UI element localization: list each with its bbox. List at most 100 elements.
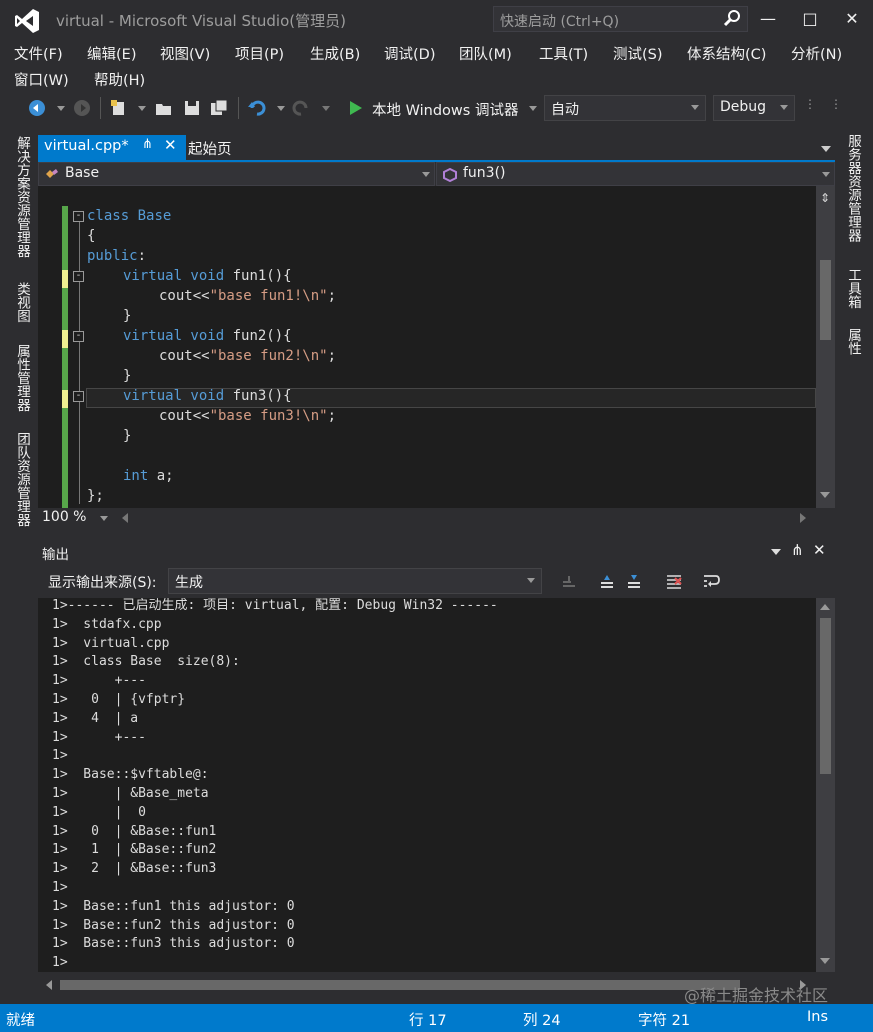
scroll-thumb[interactable] [820,618,831,774]
toolbar-overflow-icon[interactable]: ⋮ [804,98,816,110]
collapse-icon[interactable]: - [73,271,84,282]
scroll-down-icon[interactable] [820,492,830,498]
unsaved-change-marker [62,270,68,288]
output-source-label: 显示输出来源(S): [48,575,157,591]
editor-bottom-bar: 100 % [38,508,835,530]
window-position-icon[interactable] [771,549,781,555]
quick-launch-input[interactable]: 快速启动 (Ctrl+Q) [493,6,748,32]
tab-list-dropdown-icon[interactable] [821,146,831,152]
menu-debug[interactable]: 调试(D) [384,43,435,64]
save-all-icon[interactable] [210,99,228,117]
scroll-left-icon[interactable] [46,980,52,990]
menu-file[interactable]: 文件(F) [14,43,63,64]
output-vertical-scrollbar[interactable] [816,598,835,972]
undo-icon[interactable] [248,99,266,117]
zoom-select[interactable]: 100 % [38,508,114,529]
menu-architecture[interactable]: 体系结构(C) [687,43,766,64]
menu-team[interactable]: 团队(M) [459,43,512,64]
menu-project[interactable]: 项目(P) [235,43,284,64]
class-navigation-select[interactable]: Base [38,162,435,186]
output-line: 1> 0 | &Base::fun1 [52,823,217,839]
output-source-select[interactable]: 生成 [168,568,542,594]
menu-help[interactable]: 帮助(H) [94,69,145,90]
scroll-thumb[interactable] [820,260,831,340]
undo-dropdown-icon[interactable] [277,106,285,111]
debug-target-dropdown-icon[interactable] [529,106,537,111]
configuration-select[interactable]: Debug [713,95,795,121]
toggle-word-wrap-icon[interactable] [702,572,720,590]
collapse-icon[interactable]: - [73,391,84,402]
code-line: class Base [87,208,172,224]
minimize-button[interactable]: — [753,4,783,34]
tab-start-page[interactable]: 起始页 [188,138,232,159]
solution-platform-value: 自动 [551,102,579,118]
go-to-previous-icon[interactable] [560,572,578,590]
output-line: 1> +--- [52,729,146,745]
solution-platform-select[interactable]: 自动 [544,95,706,121]
chevron-down-icon [527,578,535,583]
change-tracking-margin [62,206,68,508]
output-line: 1> Base::fun2 this adjustor: 0 [52,917,295,933]
start-debug-label[interactable]: 本地 Windows 调试器 [372,99,518,120]
output-line: 1> stdafx.cpp [52,616,162,632]
code-line: cout<<"base fun1!\n"; [159,288,337,304]
output-text[interactable]: 1>------ 已启动生成: 项目: virtual, 配置: Debug W… [38,598,816,972]
scroll-left-icon[interactable] [122,513,128,523]
solution-explorer-tab[interactable]: 解决方案资源管理器 [12,136,32,258]
output-line: 1> +--- [52,673,146,689]
scroll-up-icon[interactable] [820,604,830,610]
new-dropdown-icon[interactable] [138,106,146,111]
pin-icon[interactable]: ⋔ [791,541,804,559]
toolbar-overflow-icon[interactable]: ⋮ [830,98,842,110]
close-panel-icon[interactable]: ✕ [813,541,826,559]
scroll-thumb[interactable] [60,980,740,990]
pin-icon[interactable]: ⋔ [142,137,153,152]
chevron-down-icon [822,172,830,177]
close-button[interactable]: ✕ [837,4,867,34]
clear-all-icon[interactable] [665,572,683,590]
menu-build[interactable]: 生成(B) [310,43,360,64]
properties-tab[interactable]: 属性 [843,328,863,355]
unsaved-change-marker [62,330,68,348]
member-navigation-select[interactable]: fun3() [436,162,835,186]
collapse-icon[interactable]: - [73,211,84,222]
menu-tools[interactable]: 工具(T) [539,43,588,64]
output-line: 1> virtual.cpp [52,635,170,651]
toolbar-separator [238,97,239,119]
back-icon[interactable] [28,99,46,117]
menu-test[interactable]: 测试(S) [613,43,663,64]
output-line: 1>------ 已启动生成: 项目: virtual, 配置: Debug W… [52,598,498,613]
property-manager-tab[interactable]: 属性管理器 [12,344,32,412]
forward-icon[interactable] [73,99,91,117]
class-view-tab[interactable]: 类视图 [12,282,32,323]
team-explorer-tab[interactable]: 团队资源管理器 [12,432,32,527]
editor-vertical-scrollbar[interactable]: ⇕ [816,186,835,508]
collapse-icon[interactable]: - [73,331,84,342]
menu-view[interactable]: 视图(V) [160,43,210,64]
server-explorer-tab[interactable]: 服务器资源管理器 [843,134,863,242]
go-to-previous-message-icon[interactable] [598,572,616,590]
go-to-next-message-icon[interactable] [625,572,643,590]
search-icon[interactable] [723,9,741,27]
back-dropdown-icon[interactable] [57,106,65,111]
new-project-icon[interactable] [110,99,128,117]
code-line: cout<<"base fun2!\n"; [159,348,337,364]
menu-window[interactable]: 窗口(W) [14,69,69,90]
redo-dropdown-icon[interactable] [322,106,330,111]
tab-virtual-cpp[interactable]: virtual.cpp* ⋔ ✕ [38,135,186,160]
toolbox-tab[interactable]: 工具箱 [843,268,863,309]
close-tab-icon[interactable]: ✕ [164,136,177,154]
code-editor[interactable]: - - - - class Base {public: virtual void f… [38,186,816,508]
redo-icon[interactable] [292,99,310,117]
menu-analyze[interactable]: 分析(N) [791,43,842,64]
scroll-down-icon[interactable] [820,958,830,964]
scroll-right-icon[interactable] [800,513,806,523]
unsaved-change-marker [62,390,68,408]
split-icon[interactable]: ⇕ [820,191,830,205]
zoom-value: 100 % [42,509,87,525]
open-file-icon[interactable] [155,99,173,117]
menu-edit[interactable]: 编辑(E) [87,43,136,64]
maximize-button[interactable]: □ [795,4,825,34]
start-debug-icon[interactable] [349,100,363,116]
save-icon[interactable] [183,99,201,117]
